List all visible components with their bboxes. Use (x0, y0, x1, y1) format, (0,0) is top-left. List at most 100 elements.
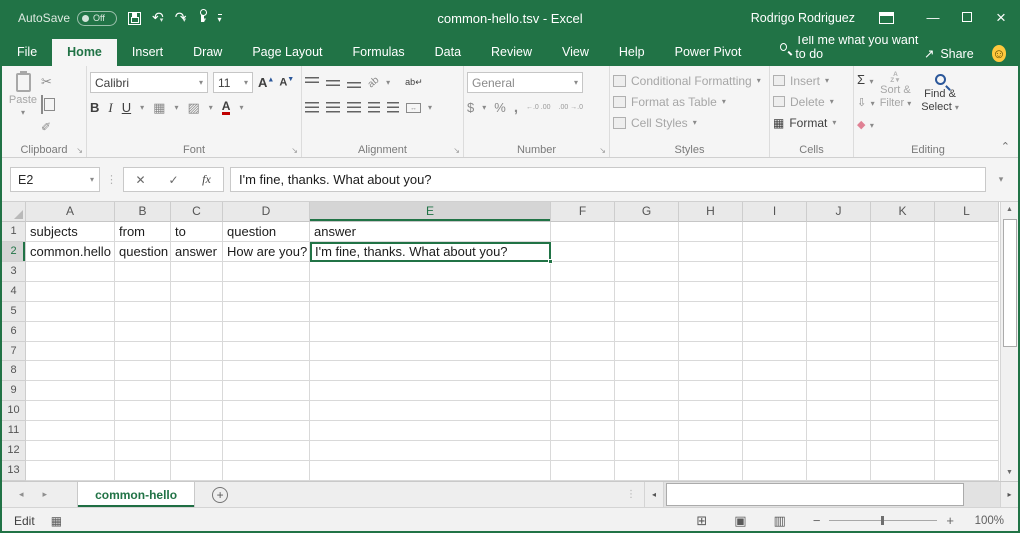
cell-D7[interactable] (223, 342, 310, 362)
cell-H12[interactable] (679, 441, 743, 461)
cell-B8[interactable] (115, 361, 171, 381)
cell-H3[interactable] (679, 262, 743, 282)
zoom-slider-thumb[interactable] (881, 516, 884, 525)
new-sheet-button[interactable]: + (212, 487, 228, 503)
vertical-scrollbar[interactable]: ▲ ▼ (1000, 202, 1018, 481)
cell-C1[interactable]: to (171, 222, 223, 242)
cell-G10[interactable] (615, 401, 679, 421)
cell-E1[interactable]: answer (310, 222, 551, 242)
scroll-down-icon[interactable]: ▼ (1006, 465, 1013, 481)
cell-C9[interactable] (171, 381, 223, 401)
cell-L12[interactable] (935, 441, 999, 461)
cell-I11[interactable] (743, 421, 807, 441)
borders-button[interactable]: ▦ (153, 100, 165, 116)
cancel-icon[interactable]: ✕ (124, 173, 157, 187)
cell-F3[interactable] (551, 262, 615, 282)
column-header-F[interactable]: F (551, 202, 615, 222)
cell-A2[interactable]: common.hello (26, 242, 115, 262)
ribbon-display-options-icon[interactable] (879, 12, 894, 24)
underline-button[interactable]: U (122, 100, 131, 115)
cell-C8[interactable] (171, 361, 223, 381)
tab-scroll-splitter[interactable]: ⋮ (626, 489, 636, 500)
cell-C13[interactable] (171, 461, 223, 481)
row-header-13[interactable]: 13 (2, 461, 26, 481)
zoom-in-icon[interactable]: + (946, 513, 954, 528)
zoom-out-icon[interactable]: − (813, 513, 821, 528)
cell-L4[interactable] (935, 282, 999, 302)
cell-D1[interactable]: question (223, 222, 310, 242)
cell-J8[interactable] (807, 361, 871, 381)
cell-K7[interactable] (871, 342, 935, 362)
cell-D10[interactable] (223, 401, 310, 421)
vertical-scroll-thumb[interactable] (1003, 219, 1017, 347)
percent-button[interactable]: % (494, 100, 506, 115)
cell-J7[interactable] (807, 342, 871, 362)
cell-K11[interactable] (871, 421, 935, 441)
cell-F12[interactable] (551, 441, 615, 461)
tab-file[interactable]: File (2, 39, 52, 66)
tab-insert[interactable]: Insert (117, 39, 178, 66)
cell-F7[interactable] (551, 342, 615, 362)
cell-K3[interactable] (871, 262, 935, 282)
currency-button[interactable]: $ (467, 100, 474, 115)
cell-I1[interactable] (743, 222, 807, 242)
cell-I7[interactable] (743, 342, 807, 362)
decrease-decimal-button[interactable]: .00 →.0 (559, 104, 584, 111)
cell-K4[interactable] (871, 282, 935, 302)
cell-D4[interactable] (223, 282, 310, 302)
dialog-launcher-icon[interactable]: ↘ (291, 146, 298, 155)
cell-D5[interactable] (223, 302, 310, 322)
select-all-button[interactable] (2, 202, 26, 222)
decrease-font-button[interactable]: A▼ (279, 76, 294, 89)
align-right-button[interactable] (347, 102, 361, 113)
align-bottom-button[interactable] (347, 77, 361, 88)
tab-page-layout[interactable]: Page Layout (237, 39, 337, 66)
bold-button[interactable]: B (90, 100, 99, 115)
cell-K6[interactable] (871, 322, 935, 342)
cell-C7[interactable] (171, 342, 223, 362)
cell-D12[interactable] (223, 441, 310, 461)
cell-E12[interactable] (310, 441, 551, 461)
zoom-level[interactable]: 100% (964, 515, 1004, 527)
cell-E8[interactable] (310, 361, 551, 381)
cell-L2[interactable] (935, 242, 999, 262)
cell-H9[interactable] (679, 381, 743, 401)
cell-L6[interactable] (935, 322, 999, 342)
cell-E11[interactable] (310, 421, 551, 441)
cell-J3[interactable] (807, 262, 871, 282)
cell-A12[interactable] (26, 441, 115, 461)
cell-A13[interactable] (26, 461, 115, 481)
scroll-left-icon[interactable]: ◂ (644, 482, 664, 507)
cell-J1[interactable] (807, 222, 871, 242)
cell-I6[interactable] (743, 322, 807, 342)
cell-G3[interactable] (615, 262, 679, 282)
tab-help[interactable]: Help (604, 39, 660, 66)
cell-E5[interactable] (310, 302, 551, 322)
cell-J13[interactable] (807, 461, 871, 481)
row-header-7[interactable]: 7 (2, 342, 26, 362)
cell-F1[interactable] (551, 222, 615, 242)
cell-K10[interactable] (871, 401, 935, 421)
cell-I2[interactable] (743, 242, 807, 262)
wrap-text-button[interactable]: ab↵ (405, 77, 423, 88)
cell-E10[interactable] (310, 401, 551, 421)
cell-A10[interactable] (26, 401, 115, 421)
row-header-9[interactable]: 9 (2, 381, 26, 401)
increase-decimal-button[interactable]: ←.0 .00 (526, 104, 551, 111)
cell-C3[interactable] (171, 262, 223, 282)
paste-button[interactable]: Paste ▾ (5, 70, 41, 132)
cell-A9[interactable] (26, 381, 115, 401)
format-as-table-button[interactable]: Format as Table▾ (613, 91, 766, 112)
column-header-L[interactable]: L (935, 202, 999, 222)
cell-B7[interactable] (115, 342, 171, 362)
undo-button[interactable]: ↶ ▾ (152, 9, 164, 27)
page-layout-view-icon[interactable]: ▣ (734, 513, 746, 529)
cell-G1[interactable] (615, 222, 679, 242)
row-header-5[interactable]: 5 (2, 302, 26, 322)
collapse-ribbon-icon[interactable]: ⌃ (1001, 140, 1010, 153)
scroll-right-icon[interactable]: ▸ (1000, 482, 1018, 507)
enter-icon[interactable]: ✓ (157, 173, 190, 187)
format-cells-button[interactable]: ▦ Format▾ (773, 112, 850, 133)
page-break-view-icon[interactable]: ▥ (774, 513, 786, 529)
chevron-down-icon[interactable]: ▾ (174, 103, 178, 112)
